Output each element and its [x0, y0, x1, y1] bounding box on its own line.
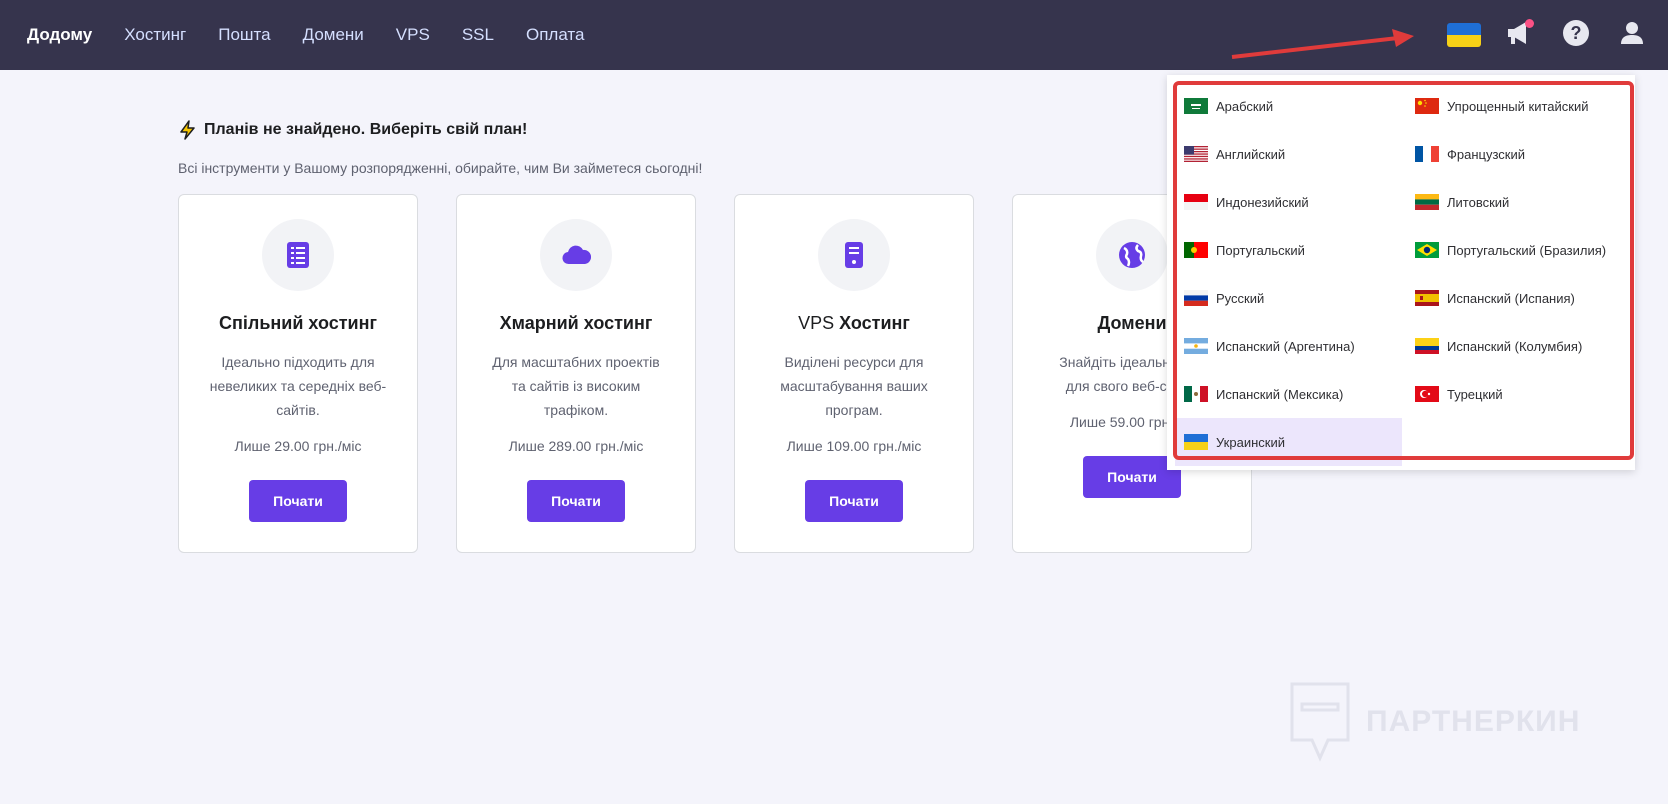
- watermark: ПАРТНЕРКИН: [1288, 680, 1580, 764]
- language-option-portuguese[interactable]: Португальский: [1175, 226, 1402, 274]
- server-list-icon: [287, 242, 309, 268]
- mexico-flag-icon: [1184, 386, 1208, 402]
- help-icon: ?: [1562, 19, 1590, 52]
- plan-cards: Спільний хостинг Ідеально підходить для …: [178, 194, 1290, 553]
- spain-flag-icon: [1415, 290, 1439, 306]
- turkey-flag-icon: [1415, 386, 1439, 402]
- card-title: Хмарний хостинг: [499, 313, 653, 333]
- brazil-flag-icon: [1415, 242, 1439, 258]
- card-title: VPS Хостинг: [798, 313, 910, 333]
- language-option-french[interactable]: Французский: [1406, 130, 1633, 178]
- plan-card-shared-hosting: Спільний хостинг Ідеально підходить для …: [178, 194, 418, 553]
- card-price: Лише 109.00 грн./міс: [786, 438, 922, 454]
- argentina-flag-icon: [1184, 338, 1208, 354]
- france-flag-icon: [1415, 146, 1439, 162]
- nav-item-domains[interactable]: Домени: [303, 25, 364, 45]
- card-icon-wrap: [1096, 219, 1168, 291]
- card-icon-wrap: [262, 219, 334, 291]
- nav-item-hosting[interactable]: Хостинг: [124, 25, 186, 45]
- language-option-ukrainian[interactable]: Украинский: [1175, 418, 1402, 466]
- start-button[interactable]: Почати: [805, 480, 903, 522]
- card-icon-wrap: [540, 219, 612, 291]
- card-description: Для масштабних проектів та сайтів із вис…: [492, 354, 660, 418]
- portugal-flag-icon: [1184, 242, 1208, 258]
- language-switcher-button[interactable]: [1444, 15, 1484, 55]
- page-title-text: Планів не знайдено. Виберіть свій план!: [204, 121, 528, 138]
- language-option-indonesian[interactable]: Индонезийский: [1175, 178, 1402, 226]
- header-actions: ?: [1444, 0, 1668, 70]
- card-price: Лише 289.00 грн./міс: [508, 438, 644, 454]
- main-nav: Додому Хостинг Пошта Домени VPS SSL Опла…: [27, 25, 616, 45]
- russia-flag-icon: [1184, 290, 1208, 306]
- language-option-portuguese-brazil[interactable]: Португальский (Бразилия): [1406, 226, 1633, 274]
- card-description: Виділені ресурси для масштабування ваших…: [780, 354, 928, 418]
- nav-item-ssl[interactable]: SSL: [462, 25, 494, 45]
- card-price: Лише 29.00 грн./міс: [234, 438, 362, 454]
- nav-item-home[interactable]: Додому: [27, 25, 92, 45]
- notification-dot: [1525, 19, 1534, 28]
- usa-flag-icon: [1184, 146, 1208, 162]
- card-icon-wrap: [818, 219, 890, 291]
- top-navigation-bar: Додому Хостинг Пошта Домени VPS SSL Опла…: [0, 0, 1668, 70]
- account-button[interactable]: [1612, 15, 1652, 55]
- start-button[interactable]: Почати: [249, 480, 347, 522]
- nav-item-vps[interactable]: VPS: [396, 25, 430, 45]
- globe-icon: [1119, 242, 1145, 268]
- card-title: Спільний хостинг: [219, 313, 377, 333]
- card-description: Ідеально підходить для невеликих та сере…: [209, 354, 387, 418]
- language-option-lithuanian[interactable]: Литовский: [1406, 178, 1633, 226]
- lithuania-flag-icon: [1415, 194, 1439, 210]
- language-option-spanish-mexico[interactable]: Испанский (Мексика): [1175, 370, 1402, 418]
- announcements-button[interactable]: [1500, 15, 1540, 55]
- page-subtitle: Всі інструменти у Вашому розпорядженні, …: [178, 160, 703, 176]
- watermark-text: ПАРТНЕРКИН: [1366, 705, 1581, 738]
- language-option-turkish[interactable]: Турецкий: [1406, 370, 1633, 418]
- language-option-arabic[interactable]: Арабский: [1175, 82, 1402, 130]
- card-title: Домени: [1097, 313, 1167, 333]
- vps-server-icon: [845, 242, 863, 268]
- language-option-spanish-argentina[interactable]: Испанский (Аргентина): [1175, 322, 1402, 370]
- indonesia-flag-icon: [1184, 194, 1208, 210]
- language-list: Арабский Упрощенный китайский Английский…: [1175, 82, 1633, 466]
- language-option-chinese[interactable]: Упрощенный китайский: [1406, 82, 1633, 130]
- watermark-logo-icon: [1290, 682, 1350, 762]
- language-option-russian[interactable]: Русский: [1175, 274, 1402, 322]
- nav-item-email[interactable]: Пошта: [218, 25, 270, 45]
- help-button[interactable]: ?: [1556, 15, 1596, 55]
- user-icon: [1619, 20, 1645, 51]
- colombia-flag-icon: [1415, 338, 1439, 354]
- cloud-icon: [562, 245, 591, 265]
- start-button[interactable]: Почати: [527, 480, 625, 522]
- svg-text:?: ?: [1571, 23, 1582, 43]
- language-option-spanish-spain[interactable]: Испанский (Испания): [1406, 274, 1633, 322]
- lightning-icon: [180, 120, 195, 140]
- language-option-english[interactable]: Английский: [1175, 130, 1402, 178]
- language-option-spanish-colombia[interactable]: Испанский (Колумбия): [1406, 322, 1633, 370]
- saudi-flag-icon: [1184, 98, 1208, 114]
- nav-item-billing[interactable]: Оплата: [526, 25, 584, 45]
- page-title: Планів не знайдено. Виберіть свій план!: [178, 120, 527, 140]
- plan-card-vps-hosting: VPS Хостинг Виділені ресурси для масштаб…: [734, 194, 974, 553]
- ukraine-flag-icon: [1184, 434, 1208, 450]
- china-flag-icon: [1415, 98, 1439, 114]
- ukraine-flag-icon: [1447, 23, 1481, 47]
- plan-card-cloud-hosting: Хмарний хостинг Для масштабних проектів …: [456, 194, 696, 553]
